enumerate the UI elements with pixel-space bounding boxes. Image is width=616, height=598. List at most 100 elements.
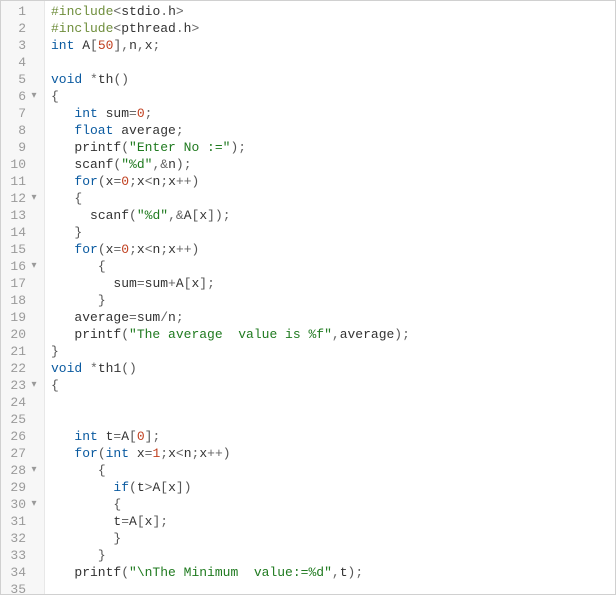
code-line[interactable]: int sum=0; bbox=[51, 105, 615, 122]
fold-icon[interactable]: ▾ bbox=[28, 377, 40, 394]
gutter-line: 25 bbox=[1, 411, 44, 428]
code-line[interactable]: void *th() bbox=[51, 71, 615, 88]
code-line[interactable]: for(x=0;x<n;x++) bbox=[51, 173, 615, 190]
token-ty: int bbox=[74, 106, 97, 121]
token-op: ; bbox=[176, 310, 184, 325]
code-line[interactable]: void *th1() bbox=[51, 360, 615, 377]
fold-icon[interactable]: ▾ bbox=[28, 88, 40, 105]
token-pn: ) bbox=[394, 327, 402, 342]
line-number: 31 bbox=[6, 513, 26, 530]
code-line[interactable]: t=A[x]; bbox=[51, 513, 615, 530]
token-str: "\nThe Minimum value:=%d" bbox=[129, 565, 332, 580]
line-number: 11 bbox=[6, 173, 26, 190]
token-op: ; bbox=[145, 106, 153, 121]
code-line[interactable]: } bbox=[51, 343, 615, 360]
token-id bbox=[51, 429, 74, 444]
gutter-line: 10 bbox=[1, 156, 44, 173]
token-pn: () bbox=[113, 72, 129, 87]
fold-icon[interactable]: ▾ bbox=[28, 462, 40, 479]
token-op: < bbox=[145, 242, 153, 257]
token-op: ; bbox=[152, 429, 160, 444]
fold-icon[interactable]: ▾ bbox=[28, 190, 40, 207]
token-str: "Enter No :=" bbox=[129, 140, 230, 155]
code-line[interactable]: } bbox=[51, 547, 615, 564]
gutter-line: 22 bbox=[1, 360, 44, 377]
token-str: "%d" bbox=[137, 208, 168, 223]
token-id: printf bbox=[74, 140, 121, 155]
token-id: t bbox=[137, 480, 145, 495]
gutter-line: 13 bbox=[1, 207, 44, 224]
token-id bbox=[51, 157, 74, 172]
code-line[interactable] bbox=[51, 394, 615, 411]
gutter-line: 23▾ bbox=[1, 377, 44, 394]
code-line[interactable]: scanf("%d",&n); bbox=[51, 156, 615, 173]
code-line[interactable]: printf("Enter No :="); bbox=[51, 139, 615, 156]
fold-icon[interactable]: ▾ bbox=[28, 496, 40, 513]
token-op: ; bbox=[129, 242, 137, 257]
code-line[interactable]: printf("The average value is %f",average… bbox=[51, 326, 615, 343]
code-line[interactable]: sum=sum+A[x]; bbox=[51, 275, 615, 292]
token-num: 50 bbox=[98, 38, 114, 53]
line-number: 20 bbox=[6, 326, 26, 343]
token-pn: { bbox=[113, 497, 121, 512]
code-line[interactable]: } bbox=[51, 530, 615, 547]
fold-icon[interactable]: ▾ bbox=[28, 258, 40, 275]
token-op: ; bbox=[238, 140, 246, 155]
token-pn: } bbox=[113, 531, 121, 546]
token-id: x bbox=[168, 446, 176, 461]
token-op: ; bbox=[184, 157, 192, 172]
gutter-line: 21 bbox=[1, 343, 44, 360]
token-op: ; bbox=[160, 446, 168, 461]
code-line[interactable]: { bbox=[51, 496, 615, 513]
line-number: 2 bbox=[6, 20, 26, 37]
code-line[interactable]: #include<stdio.h> bbox=[51, 3, 615, 20]
token-op: > bbox=[176, 4, 184, 19]
line-number: 16 bbox=[6, 258, 26, 275]
code-line[interactable]: if(t>A[x]) bbox=[51, 479, 615, 496]
code-line[interactable]: { bbox=[51, 190, 615, 207]
token-kw: for bbox=[74, 174, 97, 189]
token-op: ; bbox=[355, 565, 363, 580]
token-pn: () bbox=[121, 361, 137, 376]
line-number: 27 bbox=[6, 445, 26, 462]
code-line[interactable]: { bbox=[51, 462, 615, 479]
token-id: average bbox=[113, 123, 175, 138]
code-line[interactable]: for(x=0;x<n;x++) bbox=[51, 241, 615, 258]
line-number: 18 bbox=[6, 292, 26, 309]
code-line[interactable]: } bbox=[51, 292, 615, 309]
code-line[interactable]: } bbox=[51, 224, 615, 241]
token-pp: #include bbox=[51, 21, 113, 36]
line-number: 22 bbox=[6, 360, 26, 377]
code-line[interactable]: #include<pthread.h> bbox=[51, 20, 615, 37]
code-line[interactable]: { bbox=[51, 88, 615, 105]
code-line[interactable]: scanf("%d",&A[x]); bbox=[51, 207, 615, 224]
token-id bbox=[51, 327, 74, 342]
token-op: * bbox=[90, 72, 98, 87]
token-id: pthread bbox=[121, 21, 176, 36]
token-id: stdio bbox=[121, 4, 160, 19]
token-id bbox=[51, 514, 113, 529]
token-str: "%d" bbox=[121, 157, 152, 172]
code-line[interactable]: average=sum/n; bbox=[51, 309, 615, 326]
code-line[interactable]: int t=A[0]; bbox=[51, 428, 615, 445]
token-id bbox=[82, 72, 90, 87]
code-line[interactable]: float average; bbox=[51, 122, 615, 139]
token-id bbox=[51, 446, 74, 461]
token-pn: ( bbox=[129, 208, 137, 223]
token-id: scanf bbox=[74, 157, 113, 172]
code-line[interactable]: { bbox=[51, 258, 615, 275]
code-line[interactable]: int A[50],n,x; bbox=[51, 37, 615, 54]
token-op: ; bbox=[176, 123, 184, 138]
token-kw: if bbox=[113, 480, 129, 495]
code-area[interactable]: #include<stdio.h>#include<pthread.h>int … bbox=[45, 1, 615, 594]
code-line[interactable] bbox=[51, 54, 615, 71]
code-line[interactable] bbox=[51, 581, 615, 598]
token-op: . bbox=[160, 4, 168, 19]
token-id bbox=[51, 480, 113, 495]
code-line[interactable]: { bbox=[51, 377, 615, 394]
token-pn: [ bbox=[137, 514, 145, 529]
code-line[interactable]: for(int x=1;x<n;x++) bbox=[51, 445, 615, 462]
code-line[interactable]: printf("\nThe Minimum value:=%d",t); bbox=[51, 564, 615, 581]
gutter-line: 17 bbox=[1, 275, 44, 292]
code-line[interactable] bbox=[51, 411, 615, 428]
